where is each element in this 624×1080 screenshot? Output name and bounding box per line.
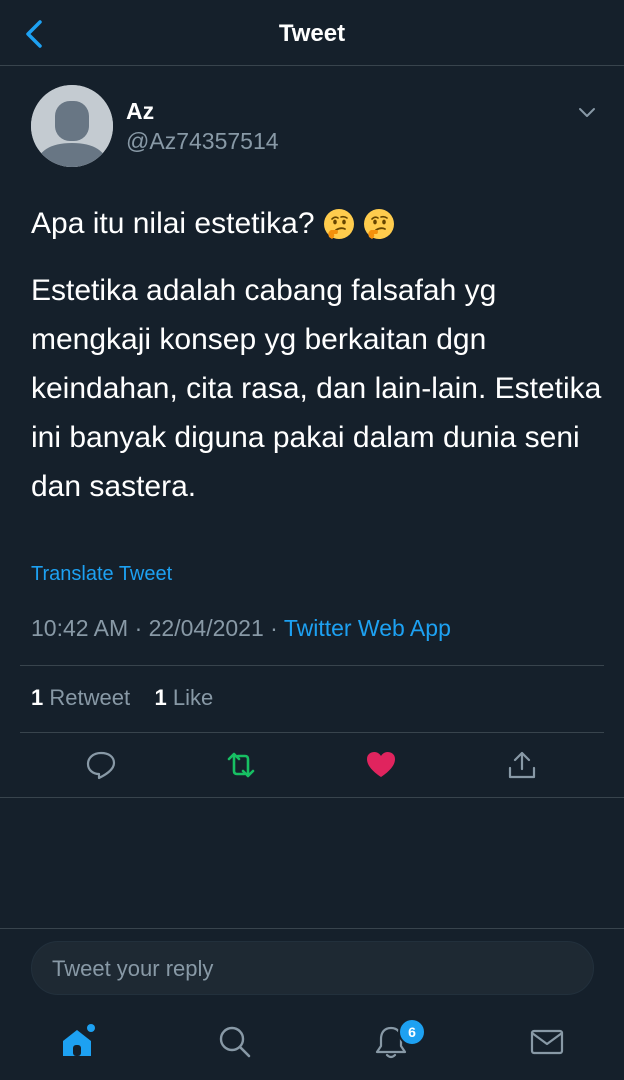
divider xyxy=(20,665,604,666)
thinking-face-emoji xyxy=(323,209,354,239)
retweets-label: Retweet xyxy=(49,685,131,710)
tab-home[interactable] xyxy=(60,1024,96,1060)
retweets-stat[interactable]: 1 Retweet xyxy=(31,685,130,710)
messages-icon xyxy=(530,1029,564,1055)
more-options-button[interactable] xyxy=(574,100,600,126)
page-title: Tweet xyxy=(278,20,346,47)
reply-input[interactable] xyxy=(50,942,574,996)
tweet-metadata: 10:42 AM · 22/04/2021 · Twitter Web App xyxy=(31,615,451,642)
thinking-face-emoji xyxy=(363,209,394,239)
retweet-button[interactable] xyxy=(225,749,257,781)
meta-separator: · xyxy=(270,615,278,641)
like-button[interactable] xyxy=(365,749,397,781)
tweet-time: 10:42 AM xyxy=(31,615,129,641)
tweet-question: Apa itu nilai estetika? xyxy=(31,205,395,243)
default-avatar-icon xyxy=(31,85,113,167)
tweet-date: 22/04/2021 xyxy=(148,615,264,641)
likes-count: 1 xyxy=(154,685,167,710)
tweet-source-link[interactable]: Twitter Web App xyxy=(284,615,451,641)
avatar[interactable] xyxy=(31,85,113,167)
tweet-action-bar xyxy=(0,733,624,797)
author-handle[interactable]: @Az74357514 xyxy=(126,128,279,155)
notifications-badge: 6 xyxy=(398,1018,426,1046)
divider xyxy=(0,928,624,929)
tab-search[interactable] xyxy=(217,1024,253,1060)
author-name[interactable]: Az xyxy=(126,98,154,125)
divider xyxy=(0,797,624,798)
search-icon xyxy=(219,1026,251,1058)
heart-icon xyxy=(367,752,395,777)
top-bar: Tweet xyxy=(0,0,624,66)
share-icon xyxy=(508,751,536,779)
tweet-question-text: Apa itu nilai estetika? xyxy=(31,207,315,240)
tweet-stats: 1 Retweet 1 Like xyxy=(31,685,213,711)
reply-composer[interactable] xyxy=(31,941,594,996)
retweets-count: 1 xyxy=(31,685,44,710)
reply-button[interactable] xyxy=(85,749,117,781)
reply-icon xyxy=(86,751,116,780)
translate-tweet-link[interactable]: Translate Tweet xyxy=(31,563,172,586)
home-icon xyxy=(63,1024,95,1056)
tab-messages[interactable] xyxy=(529,1024,565,1060)
meta-separator: · xyxy=(134,615,143,641)
likes-label: Like xyxy=(172,685,214,710)
retweet-icon xyxy=(227,752,255,778)
tweet-body: Estetika adalah cabang falsafah yg mengk… xyxy=(31,274,602,503)
likes-stat[interactable]: 1 Like xyxy=(155,685,214,710)
chevron-down-icon xyxy=(579,108,595,117)
share-button[interactable] xyxy=(506,749,538,781)
